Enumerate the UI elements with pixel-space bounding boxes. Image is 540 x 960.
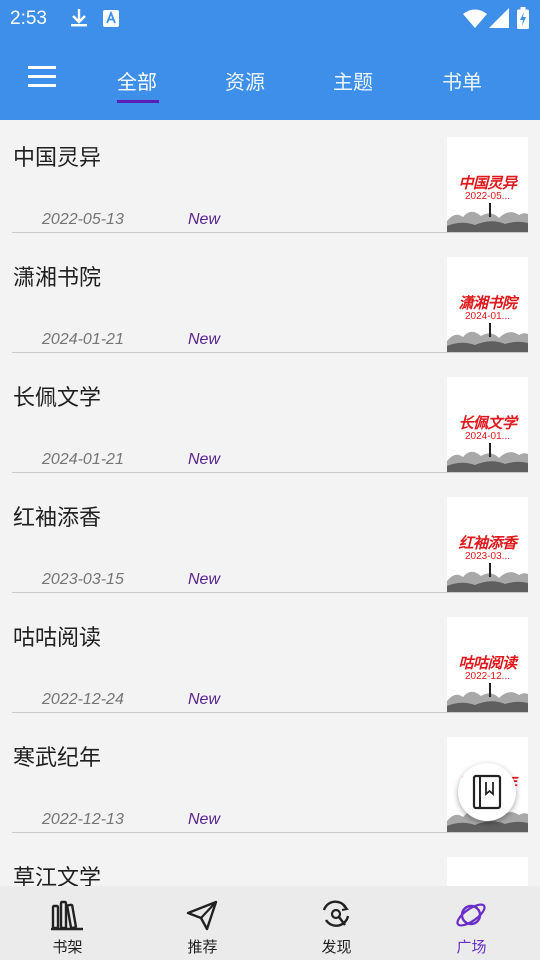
landscape-illustration — [447, 203, 528, 232]
discover-icon — [322, 900, 350, 927]
nav-label: 发现 — [321, 938, 352, 956]
active-tab-indicator — [117, 100, 159, 103]
landscape-illustration — [447, 563, 528, 592]
status-time: 2:53 — [10, 8, 47, 29]
item-date: 2024-01-21 — [42, 331, 124, 348]
bookshelf-fab[interactable] — [458, 763, 516, 821]
new-badge: New — [188, 451, 221, 468]
download-icon — [70, 8, 88, 32]
tab-all[interactable]: 全部 — [117, 66, 157, 95]
divider — [12, 472, 528, 473]
nav-label: 推荐 — [187, 938, 218, 956]
notification-a-icon — [103, 10, 119, 31]
landscape-illustration — [447, 323, 528, 352]
item-title: 中国灵异 — [13, 146, 102, 171]
list-item[interactable]: 红袖添香 2023-03-15 New 红袖添香 2023-03... — [0, 480, 540, 600]
tab-topics[interactable]: 主题 — [333, 66, 373, 95]
item-title: 咕咕阅读 — [13, 626, 102, 651]
nav-square[interactable]: 广场 — [404, 886, 539, 960]
cover-title: 红袖添香 — [458, 534, 517, 552]
item-date: 2022-05-13 — [42, 211, 124, 228]
list-item[interactable]: 寒武纪年 2022-12-13 New 寒武纪年 2022-12... — [0, 720, 540, 840]
wifi-icon — [463, 9, 487, 32]
list-item[interactable]: 咕咕阅读 2022-12-24 New 咕咕阅读 2022-12... — [0, 600, 540, 720]
bottom-navigation: 书架 推荐 发现 广场 — [0, 886, 540, 960]
nav-discover[interactable]: 发现 — [269, 886, 404, 960]
paper-plane-icon — [186, 900, 218, 931]
list-item[interactable]: 中国灵异 2022-05-13 New 中国灵异 2022-05... — [0, 120, 540, 240]
item-title: 潇湘书院 — [13, 266, 102, 291]
book-cover: 长佩文学 2024-01... — [447, 377, 528, 472]
new-badge: New — [188, 691, 221, 708]
status-bar: 2:53 — [0, 0, 540, 38]
list-item[interactable]: 草江文学 — [0, 840, 540, 886]
nav-bookshelf[interactable]: 书架 — [0, 886, 135, 960]
new-badge: New — [188, 571, 221, 588]
item-date: 2023-03-15 — [42, 571, 124, 588]
new-badge: New — [188, 211, 221, 228]
planet-icon — [456, 903, 486, 927]
cover-title: 长佩文学 — [458, 414, 517, 432]
cover-title: 咕咕阅读 — [458, 654, 517, 672]
new-badge: New — [188, 811, 221, 828]
divider — [12, 592, 528, 593]
nav-label: 书架 — [52, 938, 83, 956]
divider — [12, 832, 528, 833]
list-item[interactable]: 长佩文学 2024-01-21 New 长佩文学 2024-01... — [0, 360, 540, 480]
item-date: 2022-12-13 — [42, 811, 124, 828]
divider — [12, 712, 528, 713]
item-title: 草江文学 — [13, 866, 102, 886]
landscape-illustration — [447, 443, 528, 472]
item-title: 红袖添香 — [13, 506, 102, 531]
book-cover: 潇湘书院 2024-01... — [447, 257, 528, 352]
new-badge: New — [188, 331, 221, 348]
cover-title: 潇湘书院 — [458, 294, 517, 312]
book-cover: 红袖添香 2023-03... — [447, 497, 528, 592]
signal-icon — [489, 8, 509, 32]
divider — [12, 352, 528, 353]
book-icon — [472, 774, 502, 810]
bookshelf-icon — [51, 900, 83, 931]
item-title: 寒武纪年 — [13, 746, 102, 771]
book-cover: 咕咕阅读 2022-12... — [447, 617, 528, 712]
item-date: 2024-01-21 — [42, 451, 124, 468]
book-cover: 中国灵异 2022-05... — [447, 137, 528, 232]
nav-recommend[interactable]: 推荐 — [135, 886, 270, 960]
nav-label: 广场 — [456, 938, 487, 956]
top-app-bar: 全部 资源 主题 书单 — [0, 38, 540, 120]
list-item[interactable]: 潇湘书院 2024-01-21 New 潇湘书院 2024-01... — [0, 240, 540, 360]
source-list[interactable]: 中国灵异 2022-05-13 New 中国灵异 2022-05... 潇湘书院… — [0, 120, 540, 886]
book-cover — [447, 857, 528, 886]
item-title: 长佩文学 — [13, 386, 102, 411]
hamburger-menu-icon[interactable] — [28, 66, 56, 88]
divider — [12, 232, 528, 233]
item-date: 2022-12-24 — [42, 691, 124, 708]
tab-resources[interactable]: 资源 — [225, 66, 265, 95]
battery-icon — [517, 7, 529, 33]
cover-title: 中国灵异 — [458, 174, 517, 192]
landscape-illustration — [447, 683, 528, 712]
tab-booklists[interactable]: 书单 — [442, 66, 482, 95]
